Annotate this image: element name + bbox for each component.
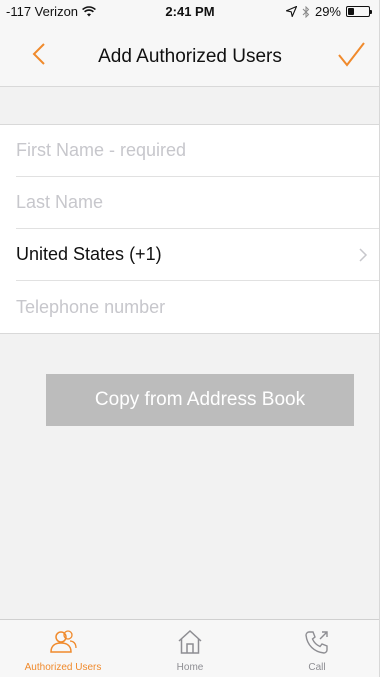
tab-authorized-users[interactable]: Authorized Users bbox=[0, 620, 126, 677]
tab-home[interactable]: Home bbox=[127, 620, 253, 677]
page-title: Add Authorized Users bbox=[98, 46, 282, 67]
first-name-field[interactable] bbox=[16, 140, 379, 161]
phone-icon bbox=[305, 631, 328, 654]
bluetooth-icon bbox=[302, 5, 310, 18]
tab-label: Authorized Users bbox=[24, 662, 102, 673]
battery-percent: 29% bbox=[314, 4, 341, 19]
status-bar: -117 Verizon 2:41 PM 29% bbox=[0, 0, 379, 22]
tab-label: Home bbox=[176, 662, 204, 673]
first-name-row bbox=[16, 125, 379, 177]
tab-label: Call bbox=[308, 662, 326, 673]
navigation-bar: Add Authorized Users bbox=[0, 22, 379, 87]
country-selector[interactable]: United States (+1) bbox=[16, 229, 379, 281]
battery-level bbox=[348, 8, 354, 15]
checkmark-icon[interactable] bbox=[336, 40, 366, 70]
tab-call[interactable]: Call bbox=[254, 620, 379, 677]
last-name-row bbox=[16, 177, 379, 229]
app-screen: -117 Verizon 2:41 PM 29% Add Authorized … bbox=[0, 0, 380, 677]
country-label: United States (+1) bbox=[16, 244, 162, 264]
location-arrow-icon bbox=[285, 6, 297, 17]
telephone-field[interactable] bbox=[16, 296, 379, 318]
telephone-row bbox=[16, 281, 379, 333]
user-form: United States (+1) bbox=[0, 124, 379, 334]
users-icon bbox=[50, 630, 77, 653]
battery-icon bbox=[346, 6, 372, 17]
last-name-field[interactable] bbox=[16, 192, 379, 213]
copy-from-address-book-button[interactable]: Copy from Address Book bbox=[46, 374, 354, 426]
chevron-right-icon bbox=[359, 248, 368, 262]
home-icon bbox=[178, 629, 202, 654]
tab-bar: Authorized Users Home Call bbox=[0, 619, 379, 677]
